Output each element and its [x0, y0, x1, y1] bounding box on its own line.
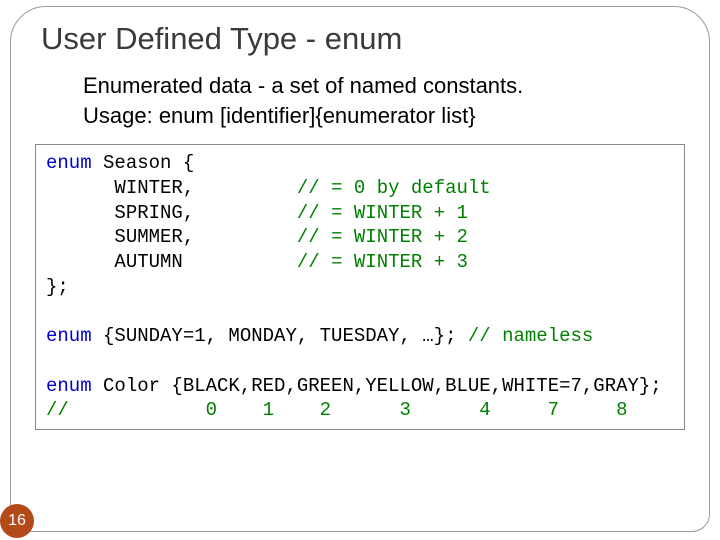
code-block: enum Season { WINTER, // = 0 by default …	[46, 151, 674, 423]
color-decl: Color {BLACK,RED,GREEN,YELLOW,BLUE,WHITE…	[103, 375, 662, 397]
member-0-name: WINTER,	[114, 177, 194, 199]
member-2-name: SUMMER,	[114, 226, 194, 248]
index-row: // 0 1 2 3 4 7 8	[46, 399, 628, 421]
body-text: Enumerated data - a set of named constan…	[83, 71, 685, 130]
keyword-enum-3: enum	[46, 375, 92, 397]
member-0-comment: // = 0 by default	[297, 177, 491, 199]
keyword-enum-2: enum	[46, 325, 92, 347]
member-3-name: AUTUMN	[114, 251, 182, 273]
body-line-1: Enumerated data - a set of named constan…	[83, 73, 523, 98]
member-1-name: SPRING,	[114, 202, 194, 224]
season-decl: Season {	[103, 152, 194, 174]
keyword-enum: enum	[46, 152, 92, 174]
nameless-body: {SUNDAY=1, MONDAY, TUESDAY, …};	[103, 325, 456, 347]
member-1-comment: // = WINTER + 1	[297, 202, 468, 224]
body-line-2: Usage: enum [identifier]{enumerator list…	[83, 103, 476, 128]
code-box: enum Season { WINTER, // = 0 by default …	[35, 144, 685, 430]
slide-frame: User Defined Type - enum Enumerated data…	[10, 6, 710, 532]
nameless-comment: // nameless	[468, 325, 593, 347]
close-brace: };	[46, 276, 69, 298]
page-title: User Defined Type - enum	[41, 21, 685, 57]
member-3-comment: // = WINTER + 3	[297, 251, 468, 273]
member-2-comment: // = WINTER + 2	[297, 226, 468, 248]
page-number-badge: 16	[0, 504, 34, 538]
